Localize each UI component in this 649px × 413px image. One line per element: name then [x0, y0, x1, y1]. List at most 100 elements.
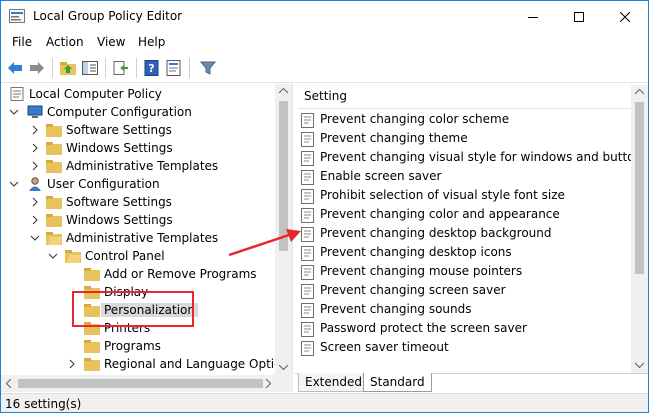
- tree-item-label: Software Settings: [66, 123, 172, 137]
- policy-setting-icon: [301, 208, 314, 223]
- policy-setting-icon: [301, 151, 314, 166]
- scrollbar-thumb[interactable]: [635, 102, 644, 274]
- forward-button[interactable]: [28, 59, 46, 77]
- tree-item-label: Local Computer Policy: [29, 87, 162, 101]
- tree-item-software-settings[interactable]: Software Settings: [1, 194, 271, 212]
- column-header-setting[interactable]: Setting: [304, 89, 347, 103]
- setting-label: Screen saver timeout: [320, 340, 449, 354]
- chevron-right-icon[interactable]: [30, 215, 40, 225]
- folder-icon: [84, 340, 100, 353]
- setting-label: Prevent changing theme: [320, 131, 468, 145]
- chevron-right-icon[interactable]: [30, 197, 40, 207]
- settings-vertical-scrollbar[interactable]: [631, 85, 648, 373]
- scroll-up-icon[interactable]: [635, 89, 644, 95]
- chevron-right-icon[interactable]: [30, 125, 40, 135]
- chevron-down-icon[interactable]: [9, 107, 19, 117]
- scroll-down-icon[interactable]: [279, 364, 288, 370]
- up-folder-button[interactable]: [59, 59, 77, 77]
- tree-item-label: Software Settings: [66, 195, 172, 209]
- maximize-button[interactable]: [556, 1, 602, 32]
- title-bar[interactable]: Local Group Policy Editor: [1, 1, 648, 32]
- tree-item-administrative-templates[interactable]: Administrative Templates: [1, 230, 271, 248]
- toolbar-separator: [189, 58, 190, 78]
- setting-label: Prevent changing desktop icons: [320, 245, 512, 259]
- column-header-divider: [298, 108, 631, 109]
- policy-setting-icon: [301, 284, 314, 299]
- setting-label: Prevent changing desktop background: [320, 226, 552, 240]
- setting-label: Prevent changing visual style for window…: [320, 150, 649, 164]
- tree-pane[interactable]: Local Computer Policy Computer Configura…: [1, 84, 293, 374]
- tree-item-programs[interactable]: Programs: [1, 338, 271, 356]
- scroll-up-icon[interactable]: [279, 88, 288, 94]
- chevron-down-icon[interactable]: [9, 179, 19, 189]
- tree-item-administrative-templates[interactable]: Administrative Templates: [1, 158, 271, 176]
- tree-item-label: Control Panel: [85, 249, 165, 263]
- toolbar: ?: [1, 53, 648, 83]
- tree-item-label: User Configuration: [47, 177, 160, 191]
- minimize-icon: [528, 16, 538, 18]
- policy-setting-icon: [301, 132, 314, 147]
- setting-label: Password protect the screen saver: [320, 321, 527, 335]
- up-folder-icon: [60, 62, 76, 75]
- chevron-right-icon[interactable]: [30, 161, 40, 171]
- status-text: 16 setting(s): [5, 397, 82, 411]
- setting-label: Prevent changing screen saver: [320, 283, 506, 297]
- policy-setting-icon: [301, 265, 314, 280]
- minimize-button[interactable]: [510, 1, 556, 32]
- export-list-button[interactable]: [112, 59, 130, 77]
- chevron-right-icon[interactable]: [30, 143, 40, 153]
- setting-label: Prohibit selection of visual style font …: [320, 188, 565, 202]
- tree-item-label: Programs: [104, 339, 161, 353]
- policy-setting-icon: [301, 113, 314, 128]
- scrollbar-thumb[interactable]: [18, 379, 263, 388]
- tree-item-label: Administrative Templates: [66, 231, 219, 245]
- policy-setting-icon: [301, 227, 314, 242]
- toolbar-separator: [105, 58, 106, 78]
- menu-view[interactable]: View: [97, 35, 125, 49]
- menu-file[interactable]: File: [12, 35, 32, 49]
- folder-icon: [46, 196, 62, 209]
- scroll-left-icon[interactable]: [6, 379, 12, 388]
- filter-button[interactable]: [199, 59, 217, 77]
- help-button[interactable]: ?: [143, 59, 161, 77]
- menu-help[interactable]: Help: [138, 35, 165, 49]
- tab-standard[interactable]: Standard: [363, 373, 432, 392]
- tree-item-software-settings[interactable]: Software Settings: [1, 122, 271, 140]
- tree-item-add-or-remove-programs[interactable]: Add or Remove Programs: [1, 266, 271, 284]
- scroll-right-icon[interactable]: [265, 379, 271, 388]
- tree-item-windows-settings[interactable]: Windows Settings: [1, 212, 271, 230]
- properties-icon: [166, 60, 181, 76]
- tree-item-regional-and-language-options[interactable]: Regional and Language Options: [1, 356, 292, 374]
- close-button[interactable]: [602, 1, 648, 32]
- tree-vertical-scrollbar[interactable]: [275, 84, 292, 375]
- tree-item-label: Regional and Language Options: [104, 357, 293, 371]
- back-icon: [8, 62, 22, 74]
- policy-setting-icon: [301, 341, 314, 356]
- scroll-down-icon[interactable]: [635, 362, 644, 368]
- folder-icon: [84, 358, 100, 371]
- show-hide-tree-button[interactable]: [81, 59, 99, 77]
- close-icon: [620, 11, 630, 22]
- back-button[interactable]: [6, 59, 24, 77]
- tab-extended[interactable]: Extended: [298, 373, 369, 392]
- menu-action[interactable]: Action: [46, 35, 84, 49]
- tree-item-label: Add or Remove Programs: [104, 267, 257, 281]
- setting-label: Enable screen saver: [320, 169, 442, 183]
- tree-horizontal-scrollbar[interactable]: [1, 375, 293, 392]
- tree-item-user-configuration[interactable]: User Configuration: [1, 176, 271, 194]
- status-bar: 16 setting(s): [1, 393, 648, 412]
- chevron-right-icon[interactable]: [67, 359, 77, 369]
- help-icon: ?: [144, 60, 159, 76]
- chevron-down-icon[interactable]: [30, 233, 40, 243]
- tree-item-local-computer-policy[interactable]: Local Computer Policy: [1, 86, 271, 104]
- tree-item-computer-configuration[interactable]: Computer Configuration: [1, 104, 271, 122]
- tree-item-windows-settings[interactable]: Windows Settings: [1, 140, 271, 158]
- properties-button[interactable]: [165, 59, 183, 77]
- scrollbar-thumb[interactable]: [279, 101, 288, 251]
- tree-item-control-panel[interactable]: Control Panel: [1, 248, 271, 266]
- folder-icon: [46, 160, 62, 173]
- chevron-down-icon[interactable]: [48, 251, 58, 261]
- app-window: Local Group Policy Editor File Action Vi…: [0, 0, 649, 413]
- setting-label: Prevent changing color and appearance: [320, 207, 560, 221]
- policy-setting-icon: [301, 303, 314, 318]
